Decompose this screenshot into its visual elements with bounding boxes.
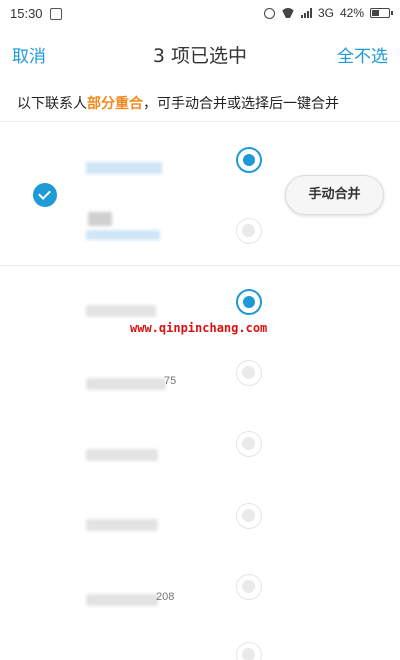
contact-number-tail: 208 bbox=[156, 591, 175, 603]
contact-radio[interactable] bbox=[236, 642, 262, 660]
battery-fill bbox=[372, 10, 379, 16]
group-divider bbox=[0, 265, 400, 266]
wifi-icon bbox=[281, 8, 295, 18]
info-suffix: ，可手动合并或选择后一键合并 bbox=[143, 96, 339, 112]
alarm-icon bbox=[263, 7, 275, 19]
network-type: 3G bbox=[317, 6, 334, 20]
contact-radio[interactable] bbox=[236, 574, 262, 600]
contact-radio[interactable] bbox=[236, 431, 262, 457]
blurred-text bbox=[86, 230, 160, 240]
watermark-text: www.qinpinchang.com bbox=[130, 321, 268, 335]
deselect-all-button[interactable]: 全不选 bbox=[337, 42, 388, 67]
info-bar: 以下联系人部分重合，可手动合并或选择后一键合并 bbox=[0, 84, 400, 122]
contact-radio[interactable] bbox=[236, 360, 262, 386]
status-time: 15:30 bbox=[10, 6, 43, 21]
contact-radio[interactable] bbox=[236, 218, 262, 244]
blurred-text bbox=[86, 162, 162, 174]
info-text: 以下联系人部分重合，可手动合并或选择后一键合并 bbox=[17, 93, 339, 113]
blurred-text bbox=[86, 378, 166, 390]
contact-number-tail: 75 bbox=[164, 375, 177, 387]
contact-radio[interactable] bbox=[236, 289, 262, 315]
contact-radio[interactable] bbox=[236, 147, 262, 173]
signal-icon bbox=[300, 8, 312, 18]
status-icons: 3G 42% bbox=[263, 6, 393, 20]
blurred-text bbox=[86, 594, 158, 606]
group-checkbox[interactable] bbox=[33, 183, 57, 207]
battery-icon bbox=[370, 8, 393, 18]
blurred-text bbox=[86, 449, 158, 461]
screenshot-icon bbox=[50, 8, 62, 20]
blurred-text bbox=[88, 212, 112, 226]
contact-radio[interactable] bbox=[236, 503, 262, 529]
info-prefix: 以下联系人 bbox=[17, 96, 87, 112]
manual-merge-button[interactable]: 手动合并 bbox=[285, 175, 384, 215]
blurred-text bbox=[86, 305, 156, 317]
battery-percent: 42% bbox=[339, 6, 364, 20]
status-bar: 15:30 3G 42% bbox=[0, 0, 400, 28]
nav-header: 取消 3 项已选中 全不选 bbox=[0, 30, 400, 76]
blurred-text bbox=[86, 519, 158, 531]
info-highlight: 部分重合 bbox=[87, 96, 143, 112]
